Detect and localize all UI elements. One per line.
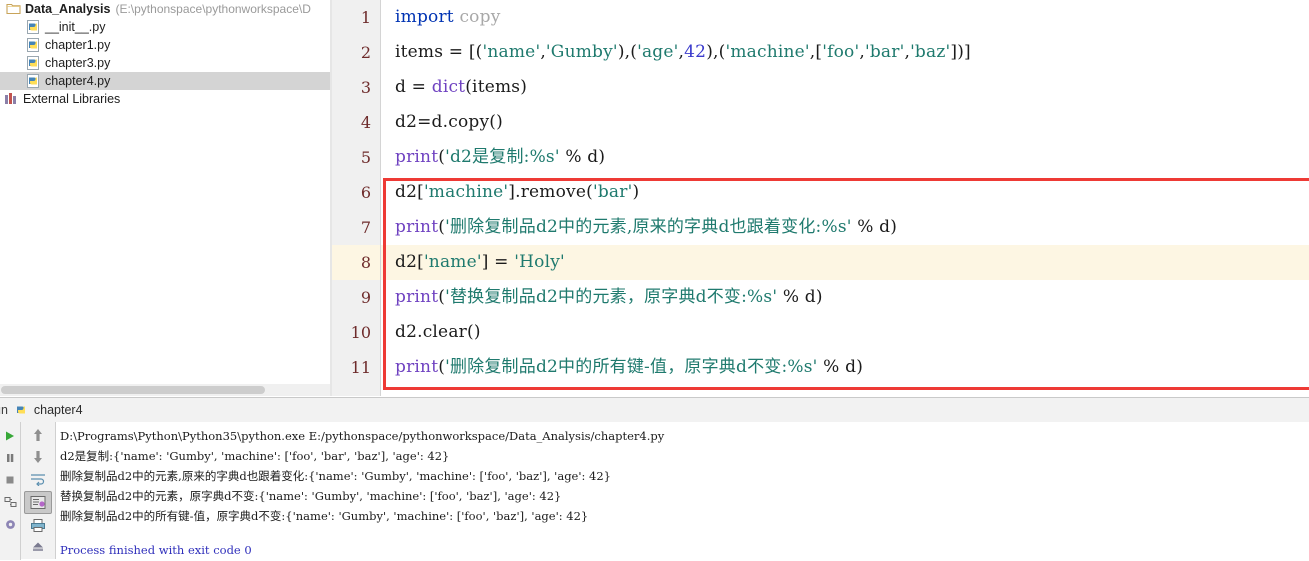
line-number: 9 bbox=[360, 288, 371, 307]
project-tree-horizontal-scrollbar[interactable] bbox=[0, 384, 330, 396]
run-configuration-tab-label[interactable]: chapter4 bbox=[34, 403, 83, 417]
run-icon[interactable] bbox=[1, 425, 19, 447]
tree-item-init-py[interactable]: __init__.py bbox=[0, 18, 330, 36]
code-editor[interactable]: 1 2 3 4 5 6 7 8 9 10 11 import copy item… bbox=[332, 0, 1309, 396]
line-number: 1 bbox=[360, 8, 371, 27]
code-line-6[interactable]: d2['machine'].remove('bar') bbox=[381, 175, 1309, 210]
code-line-11[interactable]: print('删除复制品d2中的所有键-值，原字典d不变:%s' % d) bbox=[381, 350, 1309, 385]
run-actions-rail[interactable] bbox=[0, 422, 21, 560]
settings-icon[interactable] bbox=[1, 513, 19, 535]
line-number: 6 bbox=[360, 183, 371, 202]
line-number: 3 bbox=[360, 78, 371, 97]
code-line-2[interactable]: items = [('name','Gumby'),('age',42),('m… bbox=[381, 35, 1309, 70]
tree-item-label: External Libraries bbox=[23, 92, 121, 106]
soft-wrap-icon[interactable] bbox=[25, 468, 51, 489]
tree-item-chapter1-py[interactable]: chapter1.py bbox=[0, 36, 330, 54]
python-file-icon bbox=[14, 403, 29, 417]
line-number: 10 bbox=[350, 323, 371, 342]
project-root-label: Data_Analysis bbox=[25, 2, 111, 16]
code-line-8[interactable]: d2['name'] = 'Holy' bbox=[381, 245, 1309, 280]
code-line-9[interactable]: print('替换复制品d2中的元素，原字典d不变:%s' % d) bbox=[381, 280, 1309, 315]
line-number: 11 bbox=[350, 358, 371, 377]
scroll-down-icon[interactable] bbox=[25, 446, 51, 467]
python-file-icon bbox=[26, 38, 41, 52]
console-line: D:\Programs\Python\Python35\python.exe E… bbox=[60, 429, 665, 443]
tree-item-chapter4-py[interactable]: chapter4.py bbox=[0, 72, 330, 90]
code-line-5[interactable]: print('d2是复制:%s' % d) bbox=[381, 140, 1309, 175]
run-tool-window-header[interactable]: un chapter4 bbox=[0, 397, 1309, 423]
python-file-icon bbox=[26, 74, 41, 88]
code-line-4[interactable]: d2=d.copy() bbox=[381, 105, 1309, 140]
console-line: d2是复制:{'name': 'Gumby', 'machine': ['foo… bbox=[60, 449, 450, 463]
python-file-icon bbox=[26, 20, 41, 34]
scrollbar-thumb[interactable] bbox=[1, 386, 265, 394]
pause-icon[interactable] bbox=[1, 447, 19, 469]
console-output[interactable]: D:\Programs\Python\Python35\python.exe E… bbox=[56, 422, 1309, 561]
stop-icon[interactable] bbox=[1, 469, 19, 491]
code-line-7[interactable]: print('删除复制品d2中的元素,原来的字典d也跟着变化:%s' % d) bbox=[381, 210, 1309, 245]
line-number: 4 bbox=[360, 113, 371, 132]
line-number: 2 bbox=[360, 43, 371, 62]
toggle-tasks-icon[interactable] bbox=[1, 491, 19, 513]
tree-item-chapter3-py[interactable]: chapter3.py bbox=[0, 54, 330, 72]
libraries-icon bbox=[4, 92, 19, 106]
console-line: 替换复制品d2中的元素，原字典d不变:{'name': 'Gumby', 'ma… bbox=[60, 489, 562, 503]
console-line-spacer bbox=[60, 526, 1309, 540]
line-number: 5 bbox=[360, 148, 371, 167]
python-file-icon bbox=[26, 56, 41, 70]
tree-item-label: chapter1.py bbox=[45, 38, 111, 52]
scroll-up-icon[interactable] bbox=[25, 424, 51, 445]
tree-item-label: chapter3.py bbox=[45, 56, 111, 70]
code-line-1[interactable]: import copy bbox=[381, 0, 1309, 35]
console-toolbar[interactable] bbox=[21, 422, 56, 559]
code-line-10[interactable]: d2.clear() bbox=[381, 315, 1309, 350]
tree-item-external-libraries[interactable]: External Libraries bbox=[0, 90, 330, 108]
line-number: 7 bbox=[360, 218, 371, 237]
folder-icon bbox=[6, 2, 21, 16]
line-number: 8 bbox=[332, 245, 380, 280]
tree-item-project-root[interactable]: Data_Analysis (E:\pythonspace\pythonwork… bbox=[0, 0, 330, 18]
project-root-path: (E:\pythonspace\pythonworkspace\D bbox=[115, 2, 311, 16]
print-icon[interactable] bbox=[25, 515, 51, 536]
scroll-to-end-icon[interactable] bbox=[24, 490, 52, 514]
code-text-area[interactable]: import copy items = [('name','Gumby'),('… bbox=[381, 0, 1309, 396]
code-line-3[interactable]: d = dict(items) bbox=[381, 70, 1309, 105]
project-tree-panel[interactable]: Data_Analysis (E:\pythonspace\pythonwork… bbox=[0, 0, 330, 382]
console-line: 删除复制品d2中的所有键-值，原字典d不变:{'name': 'Gumby', … bbox=[60, 509, 589, 523]
run-console-panel[interactable]: D:\Programs\Python\Python35\python.exe E… bbox=[0, 422, 1309, 560]
tree-item-label: __init__.py bbox=[45, 20, 106, 34]
console-exit-status: Process finished with exit code 0 bbox=[60, 543, 252, 557]
run-tool-window-label: un bbox=[0, 403, 8, 417]
tree-item-label: chapter4.py bbox=[45, 74, 111, 88]
clear-all-icon[interactable] bbox=[25, 537, 51, 558]
console-line: 删除复制品d2中的元素,原来的字典d也跟着变化:{'name': 'Gumby'… bbox=[60, 469, 611, 483]
editor-gutter[interactable]: 1 2 3 4 5 6 7 8 9 10 11 bbox=[332, 0, 381, 396]
